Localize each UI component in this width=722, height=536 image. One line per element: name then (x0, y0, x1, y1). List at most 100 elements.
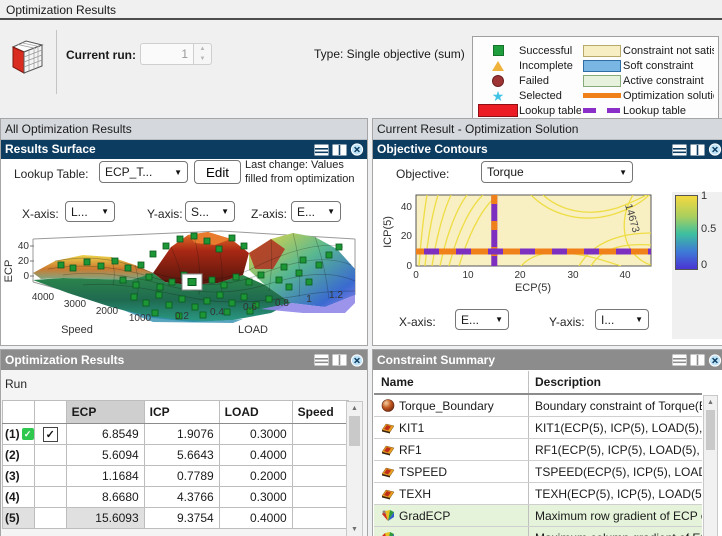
layout-rows-icon[interactable] (314, 354, 329, 366)
objective-contour-plot[interactable]: 14673 40 20 0 ICP(5) 0 10 20 30 40 ECP(5… (381, 185, 681, 300)
cell-load[interactable]: 0.2000 (218, 465, 293, 487)
cell-speed[interactable] (291, 465, 349, 487)
toolbar: Current run: 1 ▲ ▼ Type: Single objectiv… (0, 22, 722, 126)
scroll-down-icon[interactable]: ▼ (347, 523, 362, 536)
cell-icp[interactable]: 1.9076 (143, 423, 220, 445)
cell-speed[interactable] (291, 444, 349, 466)
y-tick: 3000 (64, 299, 87, 310)
cell-icp[interactable]: 9.3754 (143, 507, 220, 529)
model-constraint-icon (381, 423, 395, 434)
table-row-active-constraint[interactable]: GradECP Maximum row gradient of ECP over… (374, 505, 702, 527)
optimization-results-header: Optimization Results (1, 350, 367, 370)
accept-cell[interactable] (33, 465, 67, 487)
cell-icp[interactable]: 5.6643 (143, 444, 220, 466)
run-header[interactable] (2, 400, 35, 424)
lookup-table-dropdown[interactable]: ECP_T... ▼ (99, 161, 188, 183)
cell-icp[interactable]: 0.7789 (143, 465, 220, 487)
constraint-name: TSPEED (399, 464, 448, 479)
table-row[interactable]: (4) 8.6680 4.3766 0.3000 (2, 486, 349, 508)
column-header-icp[interactable]: ICP (143, 400, 220, 424)
objective-dropdown[interactable]: Torque ▼ (481, 161, 633, 183)
spinner-up-icon[interactable]: ▲ (194, 44, 211, 54)
spinner-down-icon[interactable]: ▼ (194, 54, 211, 64)
cell-speed[interactable] (291, 507, 349, 529)
toolbar-divider (56, 30, 57, 94)
accept-checkbox[interactable]: ✓ (42, 426, 58, 442)
cell-icp[interactable]: 4.3766 (143, 486, 220, 508)
scroll-up-icon[interactable]: ▲ (347, 402, 362, 415)
scroll-up-icon[interactable]: ▲ (704, 396, 717, 409)
column-header-load[interactable]: LOAD (218, 400, 293, 424)
table-row-active-constraint[interactable]: Maximum column gradient of ECP over (374, 527, 702, 536)
constraint-description: Maximum column gradient of ECP over (529, 527, 702, 536)
window-title-bar: Optimization Results (0, 0, 722, 20)
cell-ecp[interactable]: 15.6093 (65, 507, 145, 529)
table-row[interactable]: KIT1 KIT1(ECP(5), ICP(5), LOAD(5), Speed… (374, 417, 702, 439)
layout-rows-icon[interactable] (672, 354, 687, 366)
edit-button[interactable]: Edit (194, 160, 241, 184)
cell-speed[interactable] (291, 423, 349, 445)
column-header-name[interactable]: Name (374, 371, 529, 393)
layout-columns-icon[interactable] (690, 144, 705, 156)
accept-header[interactable] (33, 400, 67, 424)
column-header-description[interactable]: Description (529, 371, 702, 393)
x-tick: 0.2 (175, 311, 189, 322)
accept-cell[interactable] (33, 444, 67, 466)
cell-ecp[interactable]: 6.8549 (65, 423, 145, 445)
x-axis-label: X-axis: (399, 315, 436, 329)
y-axis-title: Speed (61, 324, 93, 336)
table-row[interactable]: RF1 RF1(ECP(5), ICP(5), LOAD(5), Speed(5 (374, 439, 702, 461)
layout-columns-icon[interactable] (690, 354, 705, 366)
legend-label: Soft constraint (623, 59, 694, 72)
last-change-note: Last change: Values filled from optimiza… (245, 159, 355, 185)
table-row[interactable]: TEXH TEXH(ECP(5), ICP(5), LOAD(5), Speed (374, 483, 702, 505)
layout-columns-icon[interactable] (332, 354, 347, 366)
table-row[interactable]: (1) ✓ ✓ 6.8549 1.9076 0.3000 (2, 423, 349, 445)
cell-load[interactable]: 0.3000 (218, 423, 293, 445)
current-run-spinner[interactable]: 1 ▲ ▼ (140, 43, 213, 65)
scrollbar-thumb[interactable] (706, 410, 715, 450)
results-surface-plot[interactable]: 40 20 0 ECP 4000 3000 2000 1000 Speed 0.… (3, 225, 365, 345)
layout-rows-icon[interactable] (672, 144, 687, 156)
accept-cell[interactable] (33, 507, 67, 529)
table-row[interactable]: Torque_Boundary Boundary constraint of T… (374, 395, 702, 417)
layout-columns-icon[interactable] (332, 144, 347, 156)
constraint-table-scrollbar[interactable]: ▲ (703, 395, 718, 536)
cell-ecp[interactable]: 1.1684 (65, 465, 145, 487)
y-axis-value: I... (601, 312, 615, 327)
scrollbar-thumb[interactable] (349, 416, 360, 446)
close-icon[interactable] (708, 353, 722, 367)
column-header-ecp[interactable]: ECP (65, 400, 145, 424)
constraint-summary-panel: Constraint Summary Name Description Torq… (372, 349, 722, 536)
table-row[interactable]: TSPEED TSPEED(ECP(5), ICP(5), LOAD(5), S… (374, 461, 702, 483)
cell-load[interactable]: 0.4000 (218, 444, 293, 466)
layout-rows-icon[interactable] (314, 144, 329, 156)
y-axis-value: S... (191, 204, 210, 219)
accept-cell[interactable] (33, 486, 67, 508)
close-icon[interactable] (350, 143, 364, 156)
table-row[interactable]: (3) 1.1684 0.7789 0.2000 (2, 465, 349, 487)
selected-marker-icon: ★ (491, 87, 505, 104)
window-title: Optimization Results (6, 3, 117, 17)
optimization-solution-swatch (583, 93, 621, 98)
table-row[interactable]: (5) 15.6093 9.3754 0.4000 (2, 507, 349, 529)
current-run-value[interactable]: 1 (140, 43, 193, 65)
column-header-speed[interactable]: Speed (291, 400, 349, 424)
y-axis-dropdown[interactable]: I... ▼ (595, 309, 649, 330)
results-table-scrollbar[interactable]: ▲ ▼ (346, 401, 363, 536)
close-icon[interactable] (350, 353, 364, 367)
close-icon[interactable] (708, 143, 722, 156)
cell-load[interactable]: 0.4000 (218, 507, 293, 529)
cell-ecp[interactable]: 5.6094 (65, 444, 145, 466)
x-axis-title: LOAD (238, 324, 268, 336)
x-axis-dropdown[interactable]: L... ▼ (65, 201, 115, 222)
cell-speed[interactable] (291, 486, 349, 508)
legend-label: Optimization solution (623, 89, 714, 102)
cell-ecp[interactable]: 8.6680 (65, 486, 145, 508)
x-axis-dropdown[interactable]: E... ▼ (455, 309, 509, 330)
y-axis-dropdown[interactable]: S... ▼ (185, 201, 235, 222)
cell-load[interactable]: 0.3000 (218, 486, 293, 508)
chevron-down-icon: ▼ (101, 207, 109, 216)
z-axis-dropdown[interactable]: E... ▼ (291, 201, 341, 222)
table-row[interactable]: (2) 5.6094 5.6643 0.4000 (2, 444, 349, 466)
